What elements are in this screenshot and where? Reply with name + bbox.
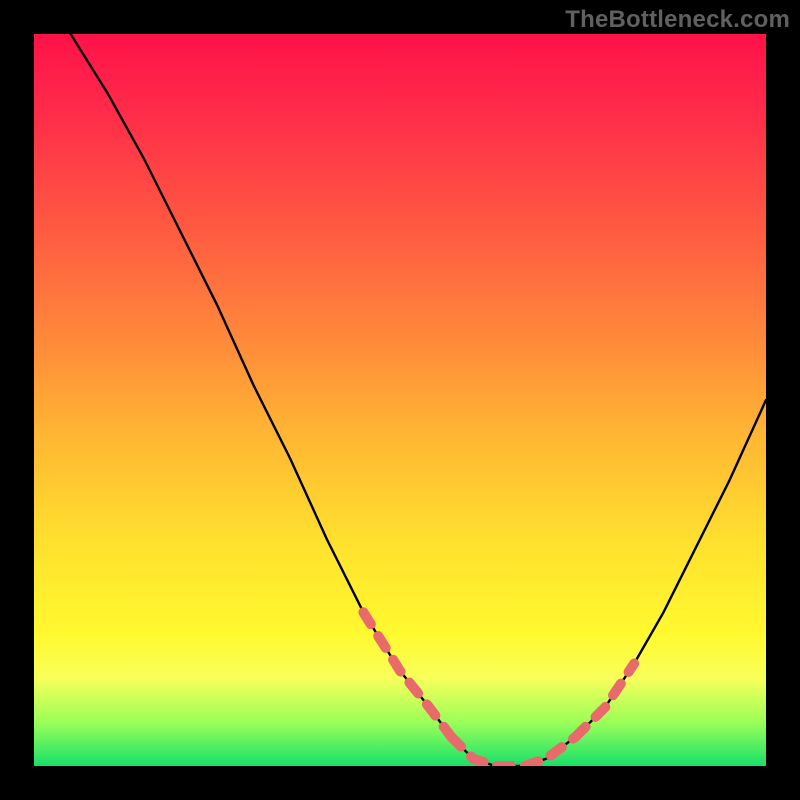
highlight-segment [363,612,451,736]
highlight-segment [576,664,635,737]
curve-svg [34,34,766,766]
watermark-text: TheBottleneck.com [565,6,790,34]
highlight-segment [451,737,576,766]
plot-area [34,34,766,766]
bottleneck-curve [71,34,766,766]
highlight-group [363,612,634,766]
chart-frame: TheBottleneck.com [0,0,800,800]
